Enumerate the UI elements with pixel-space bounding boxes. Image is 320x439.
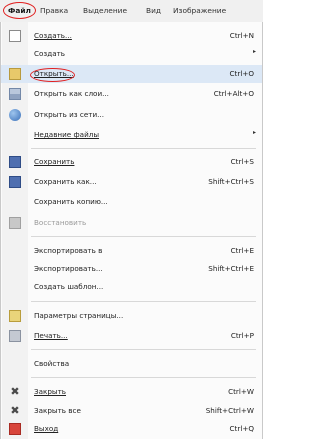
- new-icon: [9, 30, 21, 42]
- menu-bar: Файл Правка Выделение Вид Изображение: [0, 0, 263, 23]
- menu-separator: [31, 236, 256, 237]
- page-setup-icon: [9, 310, 21, 322]
- menu-item-label: Экспортировать...: [34, 264, 103, 273]
- menu-item-shortcut: Ctrl+Alt+O: [213, 89, 254, 98]
- menu-item-label: Сохранить: [34, 157, 75, 166]
- menu-item-label: Сохранить как...: [34, 177, 97, 186]
- menu-item-page-setup[interactable]: Параметры страницы...: [1, 307, 262, 325]
- menu-item-export-to[interactable]: Экспортировать в Ctrl+E: [1, 242, 262, 260]
- menu-item-label: Закрыть: [34, 387, 67, 396]
- menu-item-label: Закрыть все: [34, 406, 81, 415]
- menu-item-print[interactable]: Печать... Ctrl+P: [1, 327, 262, 345]
- close-icon: ✖: [10, 385, 20, 398]
- menu-item-create-template[interactable]: Создать шаблон...: [1, 278, 262, 296]
- menu-item-close[interactable]: ✖ Закрыть Ctrl+W: [1, 383, 262, 401]
- menu-item-open-as-layers[interactable]: Открыть как слои... Ctrl+Alt+O: [1, 85, 262, 103]
- menu-item-export[interactable]: Экспортировать... Shift+Ctrl+E: [1, 260, 262, 278]
- menu-item-label: Открыть из сети...: [34, 110, 104, 119]
- menu-view[interactable]: Вид: [146, 4, 161, 18]
- menu-item-recent[interactable]: Недавние файлы ▸: [1, 126, 262, 144]
- menu-item-label: Создать: [34, 49, 66, 58]
- menu-separator: [31, 301, 256, 302]
- menu-item-label: Недавние файлы: [34, 130, 100, 139]
- menu-select[interactable]: Выделение: [83, 4, 127, 18]
- print-icon: [9, 330, 21, 342]
- menu-item-properties[interactable]: Свойства: [1, 355, 262, 373]
- annotation-circle-file: [3, 2, 36, 19]
- menu-item-label: Печать...: [34, 331, 68, 340]
- save-icon: [9, 156, 21, 168]
- menu-item-create-submenu[interactable]: Создать ▸: [1, 45, 262, 63]
- submenu-arrow-icon: ▸: [252, 129, 256, 136]
- file-menu-dropdown: Создать... Ctrl+N Создать ▸ Открыть... C…: [0, 22, 263, 439]
- menu-item-shortcut: Ctrl+E: [230, 246, 254, 255]
- menu-item-open-location[interactable]: Открыть из сети...: [1, 106, 262, 124]
- menu-item-label: Сохранить копию...: [34, 197, 108, 206]
- menu-item-quit[interactable]: Выход Ctrl+Q: [1, 420, 262, 438]
- menu-image[interactable]: Изображение: [173, 4, 226, 18]
- menu-item-open[interactable]: Открыть... Ctrl+O: [1, 65, 262, 83]
- menu-item-label: Свойства: [34, 359, 70, 368]
- menu-item-shortcut: Ctrl+N: [229, 31, 254, 40]
- menu-item-save[interactable]: Сохранить Ctrl+S: [1, 153, 262, 171]
- close-all-icon: ✖: [10, 404, 20, 417]
- menu-item-label: Восстановить: [34, 218, 87, 227]
- quit-icon: [9, 423, 21, 435]
- menu-item-shortcut: Ctrl+W: [228, 387, 254, 396]
- menu-item-shortcut: Ctrl+O: [229, 69, 254, 78]
- globe-icon: [9, 109, 21, 121]
- menu-item-label: Открыть как слои...: [34, 89, 109, 98]
- menu-separator: [31, 377, 256, 378]
- menu-item-save-copy[interactable]: Сохранить копию...: [1, 193, 262, 211]
- submenu-arrow-icon: ▸: [252, 48, 256, 55]
- revert-icon: [9, 217, 21, 229]
- menu-item-shortcut: Shift+Ctrl+S: [208, 177, 254, 186]
- menu-separator: [31, 349, 256, 350]
- menu-item-shortcut: Ctrl+P: [230, 331, 254, 340]
- menu-item-shortcut: Ctrl+Q: [229, 424, 254, 433]
- menu-edit[interactable]: Правка: [40, 4, 68, 18]
- menu-item-new[interactable]: Создать... Ctrl+N: [1, 27, 262, 45]
- menu-item-label: Создать шаблон...: [34, 282, 104, 291]
- open-icon: [9, 68, 21, 80]
- menu-item-shortcut: Shift+Ctrl+W: [205, 406, 254, 415]
- menu-item-revert: Восстановить: [1, 214, 262, 232]
- menu-item-close-all[interactable]: ✖ Закрыть все Shift+Ctrl+W: [1, 402, 262, 420]
- layers-icon: [9, 88, 21, 100]
- menu-item-label: Параметры страницы...: [34, 311, 124, 320]
- menu-item-label: Экспортировать в: [34, 246, 103, 255]
- menu-item-shortcut: Ctrl+S: [230, 157, 254, 166]
- menu-item-label: Создать...: [34, 31, 72, 40]
- annotation-circle-open: [30, 68, 75, 82]
- menu-item-label: Выход: [34, 424, 59, 433]
- menu-item-save-as[interactable]: Сохранить как... Shift+Ctrl+S: [1, 173, 262, 191]
- menu-separator: [31, 148, 256, 149]
- menu-item-shortcut: Shift+Ctrl+E: [208, 264, 254, 273]
- save-as-icon: [9, 176, 21, 188]
